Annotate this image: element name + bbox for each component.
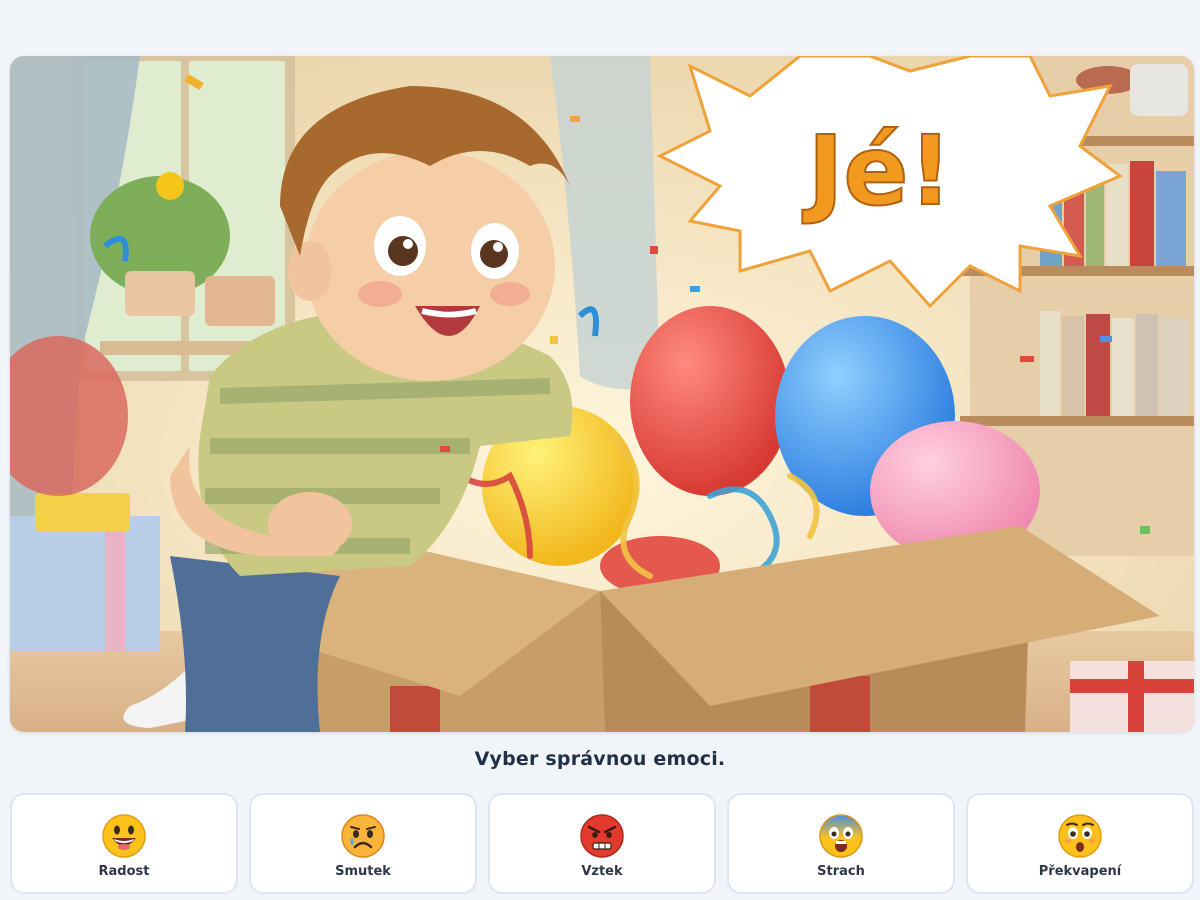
story-illustration: Jé!: [10, 56, 1194, 732]
sad-face-icon: [341, 814, 385, 858]
choice-vztek-button[interactable]: Vztek: [488, 793, 716, 894]
angry-face-icon: [580, 814, 624, 858]
choice-label: Radost: [98, 864, 150, 879]
speech-bubble-text: Jé!: [802, 115, 953, 227]
emotion-choices: Radost Smutek Vztek Strach Překvapení: [10, 793, 1194, 894]
grinning-face-icon: [102, 814, 146, 858]
astonished-face-icon: [1058, 814, 1102, 858]
fearful-face-icon: [819, 814, 863, 858]
question-prompt: Vyber správnou emoci.: [474, 748, 726, 770]
choice-strach-button[interactable]: Strach: [727, 793, 955, 894]
choice-label: Smutek: [335, 864, 391, 879]
choice-prekvapeni-button[interactable]: Překvapení: [966, 793, 1194, 894]
choice-label: Vztek: [581, 864, 623, 879]
choice-label: Strach: [817, 864, 865, 879]
choice-label: Překvapení: [1038, 864, 1122, 879]
choice-smutek-button[interactable]: Smutek: [249, 793, 477, 894]
choice-radost-button[interactable]: Radost: [10, 793, 238, 894]
gift-box-left: [10, 516, 160, 651]
